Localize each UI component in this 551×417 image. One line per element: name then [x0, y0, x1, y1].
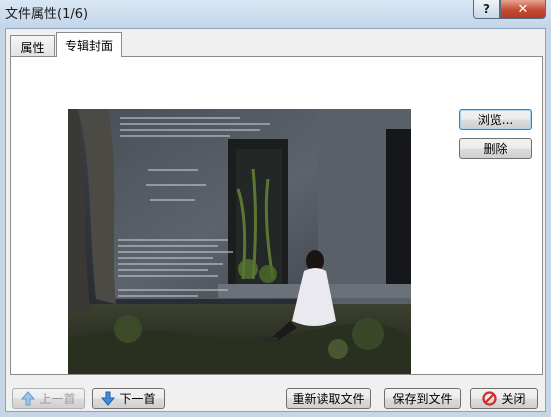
- album-cover-image: [68, 109, 411, 374]
- previous-label: 上一首: [39, 392, 76, 406]
- save-label: 保存到文件: [392, 392, 453, 406]
- tab-label: 专辑封面: [64, 39, 113, 53]
- reload-label: 重新读取文件: [292, 392, 365, 406]
- window-close-button[interactable]: ✕: [500, 0, 546, 19]
- browse-button[interactable]: 浏览...: [459, 109, 532, 130]
- next-label: 下一首: [119, 392, 156, 406]
- dialog-client-area: 属性 专辑封面 浏览... 删除 上一首 下一首 重新读取文件 保存到文件 关闭: [5, 28, 546, 412]
- reload-file-button[interactable]: 重新读取文件: [286, 388, 371, 409]
- help-button[interactable]: ?: [473, 0, 500, 19]
- next-track-button[interactable]: 下一首: [92, 388, 165, 409]
- close-button[interactable]: 关闭: [470, 388, 538, 409]
- save-to-file-button[interactable]: 保存到文件: [384, 388, 461, 409]
- cover-picture: [68, 109, 411, 374]
- help-icon: ?: [483, 2, 490, 16]
- album-cover-panel: 浏览... 删除: [10, 56, 543, 375]
- close-label: 关闭: [501, 392, 526, 406]
- close-icon: ✕: [517, 1, 529, 17]
- window-title: 文件属性(1/6): [5, 7, 89, 22]
- delete-label: 删除: [483, 142, 508, 156]
- tab-properties[interactable]: 属性: [10, 35, 55, 57]
- browse-label: 浏览...: [477, 113, 514, 127]
- tab-label: 属性: [20, 41, 45, 55]
- arrow-down-icon: [101, 391, 116, 406]
- no-entry-icon: [482, 391, 498, 406]
- arrow-up-icon: [21, 391, 36, 406]
- tab-album-cover[interactable]: 专辑封面: [56, 32, 122, 57]
- title-bar: 文件属性(1/6) ? ✕: [0, 0, 551, 28]
- previous-track-button[interactable]: 上一首: [12, 388, 85, 409]
- delete-button[interactable]: 删除: [459, 138, 532, 159]
